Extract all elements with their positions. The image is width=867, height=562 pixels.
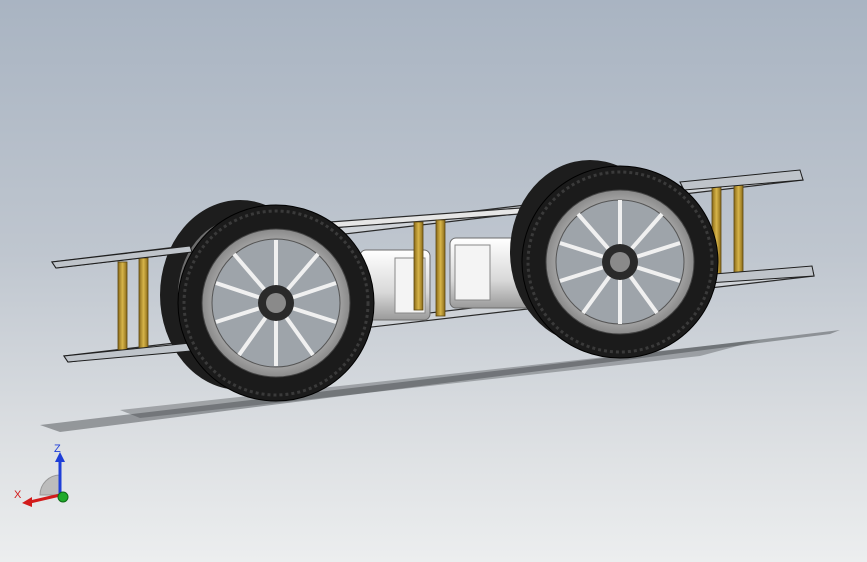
wheel-front-right (521, 165, 719, 359)
robot-chassis-model[interactable] (0, 0, 867, 562)
z-axis-label: Z (54, 443, 61, 455)
x-axis-label: X (14, 489, 22, 501)
y-axis-icon (57, 491, 69, 503)
triad-sector (39, 474, 61, 496)
orientation-triad[interactable]: Z X (10, 440, 80, 510)
3d-viewport[interactable]: Z X (0, 0, 867, 562)
wheel-front-left (177, 204, 375, 402)
x-axis-icon (29, 493, 61, 504)
